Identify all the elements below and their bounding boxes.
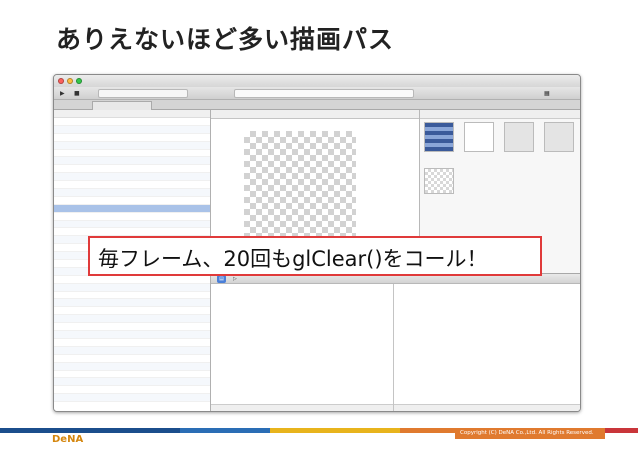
- window-controls: [58, 78, 82, 84]
- state-row[interactable]: [394, 292, 580, 300]
- footer-color-segment: [270, 428, 400, 433]
- list-item[interactable]: [54, 307, 210, 316]
- list-item[interactable]: [54, 362, 210, 371]
- texture-thumbnail[interactable]: [464, 122, 494, 152]
- zoom-icon[interactable]: [76, 78, 82, 84]
- state-footer: [394, 404, 580, 411]
- scheme-selector[interactable]: [98, 89, 188, 98]
- jump-bar[interactable]: [211, 110, 419, 119]
- state-view: [394, 284, 580, 411]
- footer-color-segment: [400, 428, 460, 433]
- list-item[interactable]: [54, 386, 210, 395]
- list-item[interactable]: [54, 292, 210, 300]
- list-item[interactable]: [54, 125, 210, 134]
- state-row[interactable]: [394, 316, 580, 324]
- window-titlebar: [54, 75, 580, 87]
- list-item[interactable]: [54, 394, 210, 403]
- slide-title: ありえないほど多い描画パス: [56, 25, 395, 54]
- list-item[interactable]: [54, 173, 210, 182]
- variable-row[interactable]: [211, 284, 393, 292]
- list-item[interactable]: [54, 355, 210, 363]
- state-row[interactable]: [394, 308, 580, 316]
- list-item[interactable]: [54, 134, 210, 142]
- close-icon[interactable]: [58, 78, 64, 84]
- texture-thumbnails: [424, 122, 574, 152]
- list-item[interactable]: [54, 346, 210, 355]
- state-row[interactable]: [394, 324, 580, 332]
- window-toolbar: ▶ ■ ▦: [54, 87, 580, 100]
- list-item[interactable]: [54, 315, 210, 324]
- list-item[interactable]: [54, 165, 210, 174]
- list-item[interactable]: [54, 197, 210, 205]
- state-row[interactable]: [394, 284, 580, 292]
- list-item[interactable]: [54, 283, 210, 292]
- state-row[interactable]: [394, 332, 580, 340]
- list-item[interactable]: [54, 141, 210, 150]
- transparent-framebuffer-image: [244, 131, 356, 253]
- debug-toggle-icon[interactable]: ▤: [217, 275, 226, 283]
- state-row[interactable]: [394, 300, 580, 308]
- variable-row[interactable]: [211, 292, 393, 300]
- list-item[interactable]: [54, 213, 210, 221]
- selected-list-item[interactable]: [54, 204, 210, 213]
- texture-thumbnail[interactable]: [504, 122, 534, 152]
- list-item[interactable]: [54, 331, 210, 339]
- texture-thumbnail[interactable]: [544, 122, 574, 152]
- texture-thumbnail[interactable]: [424, 122, 454, 152]
- list-item[interactable]: [54, 299, 210, 308]
- list-item[interactable]: [54, 118, 210, 126]
- tab-bar: [54, 100, 580, 110]
- list-item[interactable]: [54, 181, 210, 190]
- run-icon[interactable]: ▶: [60, 89, 65, 98]
- variables-view: [211, 284, 394, 411]
- list-item[interactable]: [54, 189, 210, 197]
- tab-frame-capture[interactable]: [92, 101, 152, 110]
- navigator-header: [54, 110, 210, 118]
- variable-row[interactable]: [211, 300, 393, 308]
- footer-color-segment: [180, 428, 270, 433]
- list-item[interactable]: [54, 220, 210, 229]
- brand-logo: DeNA: [52, 434, 84, 445]
- list-item[interactable]: [54, 157, 210, 166]
- state-row[interactable]: [394, 340, 580, 348]
- list-item[interactable]: [54, 371, 210, 379]
- copyright-notice: Copyright (C) DeNA Co.,Ltd. All Rights R…: [455, 428, 605, 439]
- footer-color-segment: [0, 428, 180, 433]
- callout-text: 毎フレーム、20回もglClear()をコール！: [98, 247, 488, 271]
- list-item[interactable]: [54, 378, 210, 387]
- activity-viewer: [234, 89, 414, 98]
- stop-icon[interactable]: ■: [74, 89, 80, 98]
- list-item[interactable]: [54, 150, 210, 158]
- list-item[interactable]: [54, 339, 210, 347]
- callout-box: 毎フレーム、20回もglClear()をコール！: [88, 236, 542, 276]
- list-item[interactable]: [54, 323, 210, 332]
- texture-thumbnail[interactable]: [424, 168, 454, 194]
- panel-toggle-icon[interactable]: ▦: [544, 89, 550, 98]
- variables-footer: [211, 404, 393, 411]
- list-item[interactable]: [54, 276, 210, 284]
- step-icon[interactable]: ▷: [233, 275, 237, 283]
- minimize-icon[interactable]: [67, 78, 73, 84]
- inspector-header: [420, 110, 580, 119]
